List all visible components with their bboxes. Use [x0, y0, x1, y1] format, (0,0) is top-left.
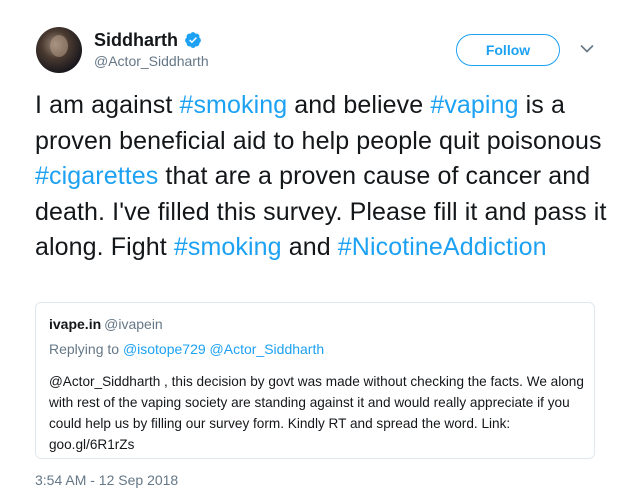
author-name-row[interactable]: Siddharth [94, 29, 202, 51]
replying-to-label: Replying to [49, 341, 120, 357]
author-handle[interactable]: @Actor_Siddharth [94, 52, 209, 70]
quoted-author-handle[interactable]: @ivapein [104, 316, 163, 332]
hashtag-link[interactable]: #vaping [430, 91, 518, 119]
quoted-tweet-card[interactable]: ivape.in @ivapein Replying to @isotope729… [35, 302, 595, 459]
verified-badge-icon [185, 32, 201, 48]
tweet-text: I am against #smoking and believe #vapin… [35, 88, 615, 266]
avatar[interactable] [36, 27, 82, 73]
hashtag-link[interactable]: #cigarettes [35, 162, 158, 190]
quoted-author-name[interactable]: ivape.in [49, 316, 101, 332]
tweet-text-segment: and [281, 233, 338, 261]
replying-to-line: Replying to @isotope729 @Actor_Siddharth [49, 341, 324, 357]
hashtag-link[interactable]: #NicotineAddiction [338, 233, 547, 261]
replying-to-mentions[interactable]: @isotope729 @Actor_Siddharth [123, 341, 324, 357]
follow-button[interactable]: Follow [456, 34, 560, 66]
tweet-text-segment: I am against [35, 91, 180, 119]
tweet-text-segment: and believe [287, 91, 431, 119]
quoted-author-row[interactable]: ivape.in @ivapein [49, 316, 163, 332]
hashtag-link[interactable]: #smoking [174, 233, 282, 261]
hashtag-link[interactable]: #smoking [179, 91, 287, 119]
author-display-name[interactable]: Siddharth [94, 29, 178, 51]
tweet-timestamp[interactable]: 3:54 AM - 12 Sep 2018 [35, 472, 178, 488]
quoted-tweet-body: @Actor_Siddharth , this decision by govt… [49, 374, 584, 452]
chevron-down-icon[interactable] [580, 44, 594, 54]
